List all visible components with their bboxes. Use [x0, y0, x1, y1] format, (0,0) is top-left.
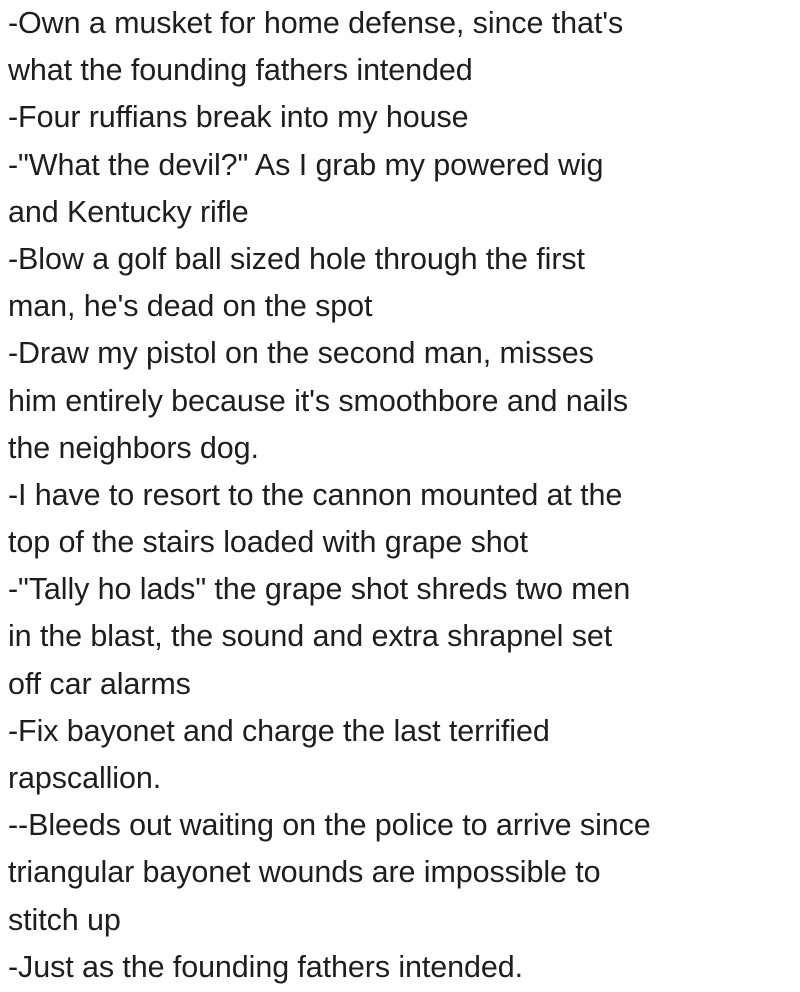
post-text: -Own a musket for home defense, since th… — [8, 0, 798, 991]
post-line-12: top of the stairs loaded with grape shot — [8, 525, 528, 560]
post-line-6: -Blow a golf ball sized hole through the… — [8, 241, 585, 276]
post-line-7: man, he's dead on the spot — [8, 289, 373, 324]
post-line-11: -I have to resort to the cannon mounted … — [8, 477, 623, 512]
post-line-15: off car alarms — [8, 666, 191, 701]
post-line-9: him entirely because it's smoothbore and… — [8, 383, 629, 418]
post-line-21: -Just as the founding fathers intended. — [8, 949, 523, 984]
post-line-20: stitch up — [8, 902, 121, 937]
post-line-4: -"What the devil?" As I grab my powered … — [8, 147, 604, 182]
post-line-13: -"Tally ho lads" the grape shot shreds t… — [8, 572, 631, 607]
post-line-19: triangular bayonet wounds are impossible… — [8, 855, 601, 890]
post-line-16: -Fix bayonet and charge the last terrifi… — [8, 713, 550, 748]
post-line-8: -Draw my pistol on the second man, misse… — [8, 336, 594, 371]
post-line-14: in the blast, the sound and extra shrapn… — [8, 619, 613, 654]
post-line-18: --Bleeds out waiting on the police to ar… — [8, 808, 651, 843]
post-line-3: -Four ruffians break into my house — [8, 100, 469, 135]
post-line-2: what the founding fathers intended — [8, 53, 473, 88]
post-line-17: rapscallion. — [8, 761, 162, 795]
post-line-5: and Kentucky rifle — [8, 194, 249, 229]
post-line-1: -Own a musket for home defense, since th… — [8, 6, 624, 40]
post-line-10: the neighbors dog. — [8, 430, 259, 465]
